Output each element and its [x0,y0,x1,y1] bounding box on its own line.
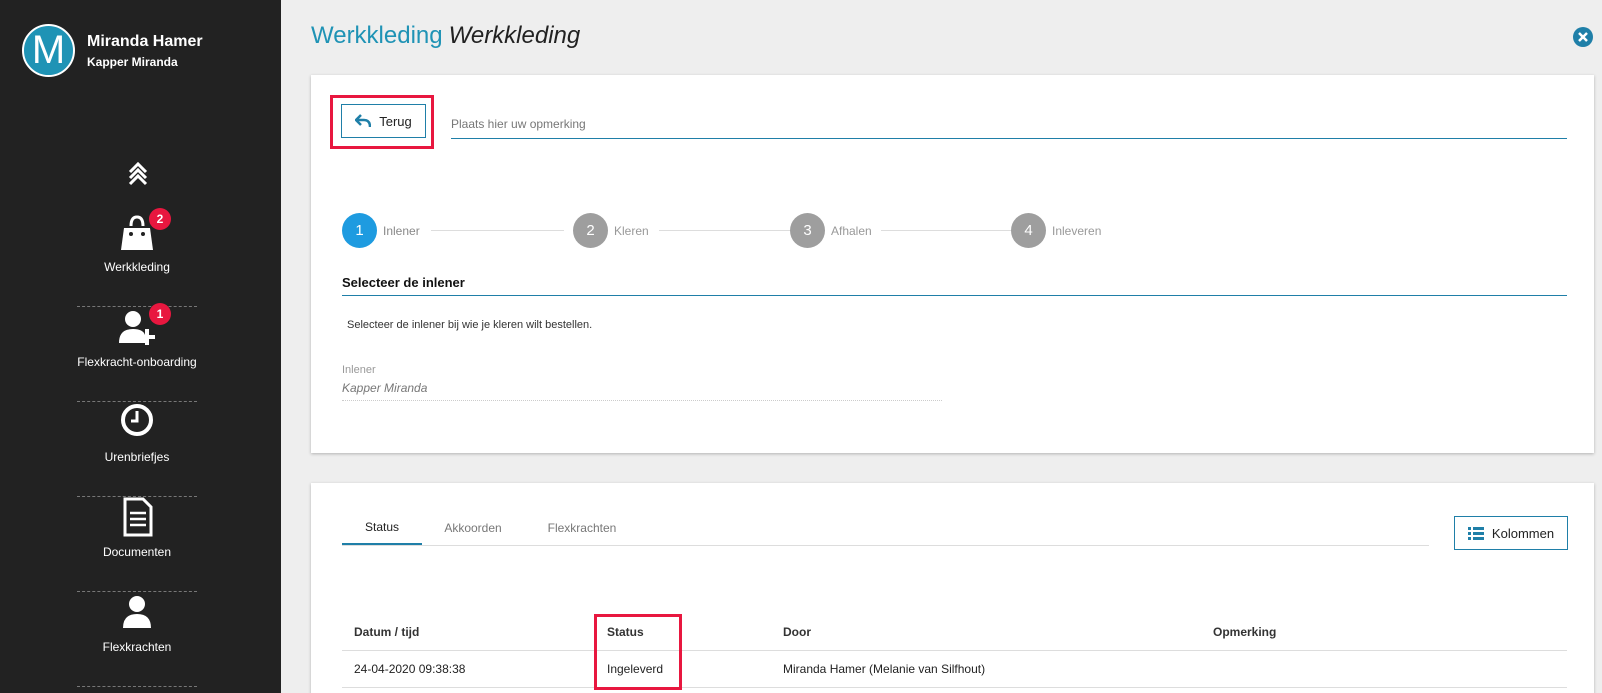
step-number: 1 [342,213,377,248]
back-button[interactable]: Terug [341,104,426,138]
inlener-field[interactable]: Kapper Miranda [342,381,427,395]
sidebar-item-flexkracht-onboarding[interactable]: 1 Flexkracht-onboarding [77,303,197,402]
tab-bar: Status Akkoorden Flexkrachten [342,511,1429,546]
column-header-door[interactable]: Door [783,625,811,639]
field-underline [342,400,942,401]
history-card: Status Akkoorden Flexkrachten Kolommen D… [311,483,1594,693]
columns-button[interactable]: Kolommen [1454,516,1568,550]
step-number: 3 [790,213,825,248]
step-connector [431,230,564,231]
page-title-main: Werkkleding [311,22,443,49]
page-title-sub: Werkkleding [448,22,581,49]
column-header-datum[interactable]: Datum / tijd [354,625,419,639]
step-label: Kleren [614,223,649,238]
step-label: Afhalen [831,223,872,238]
notification-badge: 1 [149,303,171,325]
section-title: Selecteer de inlener [342,275,465,290]
sidebar-item-werkkleding[interactable]: 2 Werkkleding [77,208,197,307]
step-number: 2 [573,213,608,248]
avatar: M [22,24,75,77]
step-label: Inlener [383,223,420,238]
sidebar-item-label: Werkkleding [104,260,170,274]
reply-arrow-icon [355,114,372,128]
step-label: Inleveren [1052,223,1102,238]
clock-icon [121,404,153,436]
remark-input[interactable] [451,109,1567,139]
list-icon [1467,526,1484,540]
highlight-box [594,614,682,690]
step-connector [659,230,799,231]
tab-akkoorden[interactable]: Akkoorden [432,511,514,545]
column-header-opmerking[interactable]: Opmerking [1213,625,1276,639]
user-company: Kapper Miranda [87,54,178,69]
sidebar-item-urenbriefjes[interactable]: Urenbriefjes [77,402,197,497]
user-profile: M Miranda Hamer Kapper Miranda [22,24,203,77]
inlener-label: Inlener [342,364,376,376]
notification-badge: 2 [149,208,171,230]
sidebar-item-label: Urenbriefjes [104,450,170,464]
table-cell-datum: 24-04-2020 09:38:38 [354,662,466,676]
chevrons-up-icon[interactable] [124,160,152,188]
columns-button-label: Kolommen [1491,525,1555,541]
step-number: 4 [1011,213,1046,248]
tab-flexkrachten[interactable]: Flexkrachten [537,511,627,545]
divider [342,295,1567,296]
sidebar-item-label: Documenten [102,545,172,559]
step-2[interactable]: 2 Kleren [573,213,649,248]
section-description: Selecteer de inlener bij wie je kleren w… [347,319,593,331]
sidebar-item-flexkrachten[interactable]: Flexkrachten [77,592,197,687]
back-button-label: Terug [379,113,412,129]
order-form-card: Terug 1 Inlener 2 Kleren 3 Afhalen 4 Inl… [311,75,1594,453]
step-connector [881,230,1016,231]
sidebar-item-label: Flexkracht-onboarding [77,355,197,369]
user-icon [123,596,151,628]
table-row-divider [342,687,1567,688]
step-3[interactable]: 3 Afhalen [790,213,872,248]
close-icon[interactable] [1573,27,1593,47]
user-name: Miranda Hamer [87,32,203,50]
step-1[interactable]: 1 Inlener [342,213,420,248]
page-title: Werkkleding Werkkleding [311,22,580,50]
table-header-divider [342,650,1567,651]
step-4[interactable]: 4 Inleveren [1011,213,1101,248]
sidebar-item-label: Flexkrachten [102,640,172,654]
sidebar: M Miranda Hamer Kapper Miranda 2 Werkkle… [0,0,281,693]
sidebar-item-documenten[interactable]: Documenten [77,497,197,592]
tab-status[interactable]: Status [342,511,422,545]
document-icon [123,497,153,537]
table-cell-door: Miranda Hamer (Melanie van Silfhout) [783,662,986,676]
